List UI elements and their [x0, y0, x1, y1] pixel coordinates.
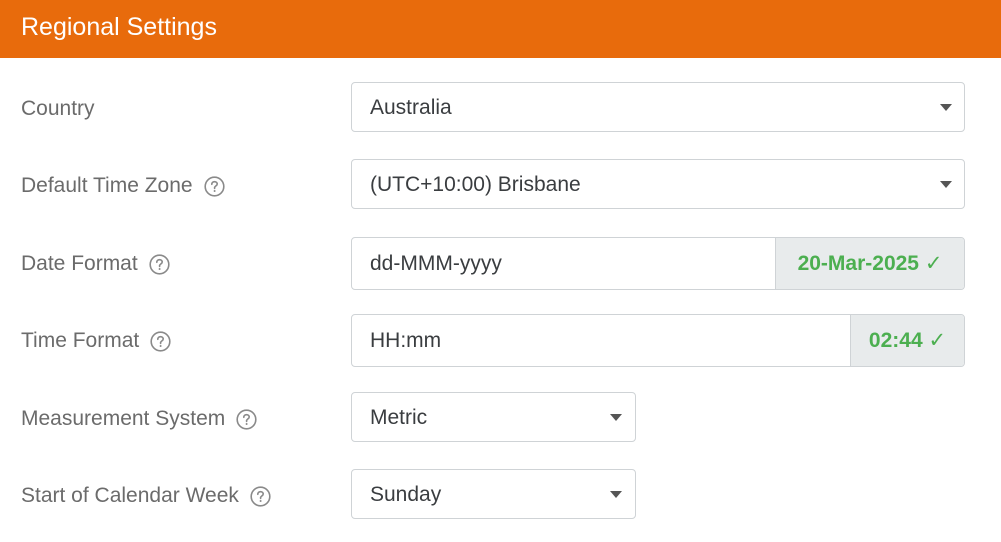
measurement-select-value: Metric	[370, 406, 428, 429]
question-circle-icon[interactable]	[236, 408, 257, 430]
measurement-label: Measurement System	[21, 406, 257, 432]
time-format-label-text: Time Format	[21, 329, 140, 352]
country-label-text: Country	[21, 97, 95, 120]
measurement-select[interactable]: Metric	[351, 392, 636, 442]
time-format-field[interactable]: HH:mm 02:44 ✓	[351, 314, 965, 367]
question-circle-icon[interactable]	[250, 485, 271, 507]
measurement-label-text: Measurement System	[21, 407, 226, 430]
timezone-label-text: Default Time Zone	[21, 174, 193, 197]
timezone-select[interactable]: (UTC+10:00) Brisbane	[351, 159, 965, 209]
caret-down-icon	[940, 104, 952, 111]
country-select-value: Australia	[370, 96, 452, 119]
page-title: Regional Settings	[21, 13, 217, 41]
week-start-label-text: Start of Calendar Week	[21, 484, 239, 507]
date-format-field[interactable]: dd-MMM-yyyy 20-Mar-2025 ✓	[351, 237, 965, 290]
caret-down-icon	[940, 181, 952, 188]
caret-down-icon	[610, 414, 622, 421]
date-format-label-text: Date Format	[21, 252, 138, 275]
week-start-select-value: Sunday	[370, 483, 442, 506]
week-start-select[interactable]: Sunday	[351, 469, 636, 519]
country-select[interactable]: Australia	[351, 82, 965, 132]
date-format-preview: 20-Mar-2025 ✓	[775, 238, 964, 289]
date-format-label: Date Format	[21, 251, 170, 277]
caret-down-icon	[610, 491, 622, 498]
page-header: Regional Settings	[0, 0, 1001, 58]
timezone-label: Default Time Zone	[21, 173, 225, 199]
question-circle-icon[interactable]	[149, 253, 170, 275]
question-circle-icon[interactable]	[150, 330, 171, 352]
question-circle-icon[interactable]	[203, 175, 225, 197]
date-format-input[interactable]: dd-MMM-yyyy	[370, 251, 502, 277]
time-format-input[interactable]: HH:mm	[370, 328, 441, 354]
time-format-label: Time Format	[21, 328, 171, 354]
timezone-select-value: (UTC+10:00) Brisbane	[370, 173, 581, 196]
country-label: Country	[21, 96, 95, 122]
time-format-preview: 02:44 ✓	[850, 315, 964, 366]
week-start-label: Start of Calendar Week	[21, 483, 271, 509]
